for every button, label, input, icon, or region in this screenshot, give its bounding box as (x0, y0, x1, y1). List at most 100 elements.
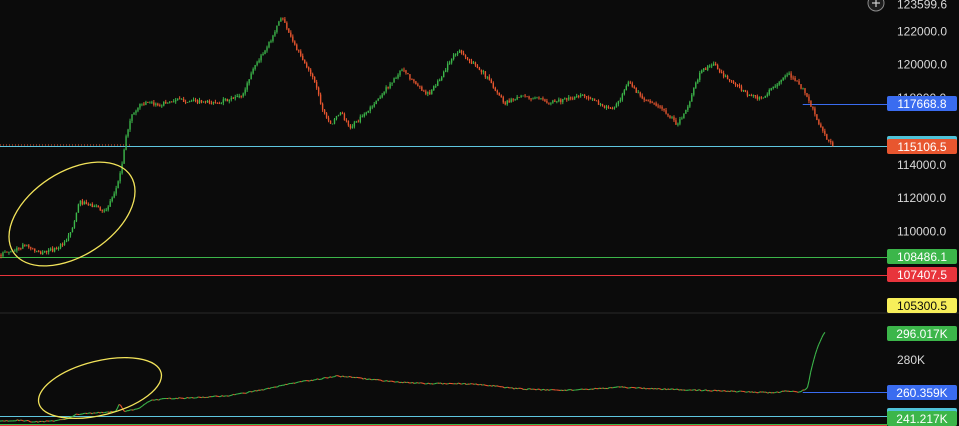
candle-body (407, 72, 409, 75)
indicator-segment (783, 390, 786, 392)
indicator-segment (634, 387, 637, 389)
candle-body (389, 83, 391, 88)
candle-body (564, 98, 566, 100)
candle-body (802, 88, 804, 90)
candle-body (153, 102, 155, 105)
candle-body (558, 99, 560, 102)
candle-body (55, 247, 58, 249)
candle-body (808, 96, 810, 101)
price-price-badge-5[interactable]: 105300.5 (887, 298, 957, 313)
candle-body (538, 97, 540, 99)
price-axis-tick-1: 112000.0 (897, 191, 946, 205)
trading-chart[interactable]: 110000.0112000.0114000.0118000.0120000.0… (0, 0, 959, 426)
candle-body (782, 77, 784, 81)
candle-body (286, 22, 288, 29)
indicator-price-badge-0[interactable]: 296.017K (887, 326, 957, 341)
indicator-price-badge-3[interactable]: 241.217K (887, 411, 957, 426)
candle-body (240, 96, 242, 97)
indicator-segment (624, 386, 627, 389)
indicator-segment (515, 387, 518, 390)
indicator-segment (207, 396, 210, 398)
candle-body (397, 74, 399, 79)
candle-body (335, 115, 338, 120)
indicator-segment (475, 383, 478, 386)
candle-body (532, 98, 534, 100)
candle-body (454, 54, 457, 55)
candle-body (369, 107, 371, 111)
candle-body (607, 106, 610, 108)
candle-body (282, 18, 284, 20)
candle-body (589, 98, 592, 100)
price-price-badge-0[interactable]: 117668.8 (887, 96, 957, 111)
candle-body (591, 98, 594, 100)
price-price-badge-4[interactable]: 107407.5 (887, 267, 957, 282)
indicator-segment (729, 390, 732, 393)
indicator-segment (426, 382, 429, 385)
price-price-badge-3[interactable]: 108486.1 (887, 249, 957, 264)
candle-body (226, 98, 228, 102)
price-price-badge-2[interactable]: 115106.5 (887, 139, 957, 154)
candle-body (657, 105, 659, 107)
candle-body (776, 84, 778, 87)
candle-body (528, 96, 530, 99)
indicator-segment (201, 396, 204, 399)
indicator-segment (507, 386, 510, 389)
indicator-segment (751, 391, 754, 393)
candle-body (599, 104, 602, 105)
indicator-segment (231, 393, 234, 396)
indicator-segment (104, 411, 107, 414)
candle-body (41, 252, 44, 255)
candle-body (732, 81, 735, 84)
candle-body (784, 75, 786, 78)
candle-body (216, 103, 219, 104)
candle-body (415, 81, 417, 85)
candle-body (266, 47, 268, 51)
candle-body (333, 119, 336, 124)
candle-body (788, 73, 790, 75)
candle-body (0, 254, 2, 257)
candle-body (119, 173, 121, 182)
candle-body (115, 188, 117, 194)
candle-body (127, 129, 129, 137)
indicator-price-badge-label-0: 296.017K (896, 327, 947, 341)
candle-body (89, 204, 92, 205)
indicator-segment (659, 388, 662, 391)
indicator-price-badge-1[interactable]: 260.359K (887, 385, 957, 400)
price-price-badge-label-2: 115106.5 (897, 140, 946, 154)
indicator-segment (769, 391, 772, 394)
candle-body (736, 85, 739, 86)
candle-body (460, 50, 463, 53)
indicator-segment (329, 376, 332, 378)
candle-body (647, 100, 649, 102)
candle-body (248, 79, 250, 84)
candle-body (754, 94, 757, 97)
candle-body (566, 98, 568, 100)
candle-body (816, 114, 818, 120)
candle-body (32, 248, 34, 250)
candle-body (778, 82, 780, 85)
candle-body (212, 102, 215, 104)
indicator-segment (87, 412, 90, 415)
candle-body (163, 101, 165, 106)
candle-body (20, 248, 22, 250)
candle-body (137, 107, 139, 111)
candle-body (482, 71, 485, 73)
candle-body (458, 50, 461, 53)
candle-body (107, 206, 109, 210)
candle-body (93, 205, 95, 208)
indicator-segment (758, 391, 761, 394)
candle-body (373, 104, 375, 107)
candle-body (707, 66, 709, 70)
candle-body (63, 241, 66, 246)
indicator-segment (540, 389, 543, 391)
candle-body (685, 109, 687, 114)
indicator-segment (18, 419, 21, 422)
candle-body (693, 87, 695, 95)
indicator-segment (640, 387, 643, 390)
candle-body (351, 126, 354, 128)
corner-button[interactable] (867, 0, 885, 12)
candle-body (828, 139, 830, 142)
indicator-segment (393, 381, 396, 383)
candle-body (710, 65, 713, 67)
indicator-segment (53, 420, 56, 422)
